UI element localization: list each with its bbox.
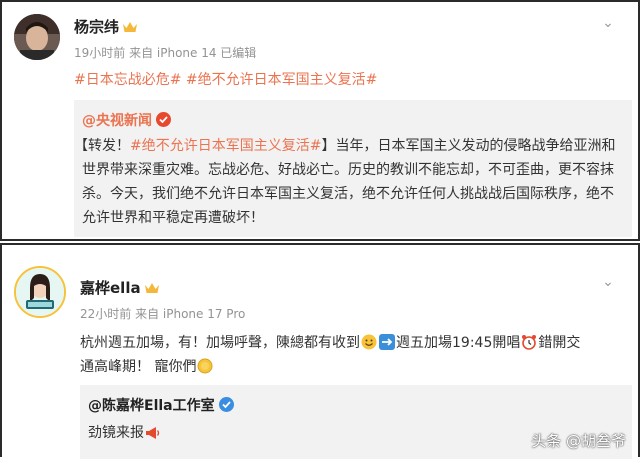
quote-hashtag[interactable]: #绝不允许日本军国主义复活#: [130, 138, 321, 154]
quoted-author-1[interactable]: @央视新闻: [82, 110, 171, 130]
verified-badge-icon: [218, 397, 234, 412]
post-card-1: 杨宗纬 19小时前 来自 iPhone 14 已编辑 ⌄ #日本忘战必危# #绝…: [0, 0, 640, 241]
post-meta-1: 19小时前 来自 iPhone 14 已编辑: [74, 46, 257, 60]
quote-prefix: 【转发！: [74, 138, 130, 154]
author-name-text[interactable]: 嘉桦ella: [80, 279, 141, 297]
alarm-clock-emoji-icon: [521, 334, 537, 358]
smile-emoji-icon: [361, 334, 377, 358]
hashtag-text[interactable]: #日本忘战必危# #绝不允许日本军国主义复活#: [74, 72, 377, 88]
author-name-1[interactable]: 杨宗纬: [74, 16, 138, 38]
quoted-post-1[interactable]: @央视新闻 【转发！#绝不允许日本军国主义复活#】当年，日本军国主义发动的侵略战…: [74, 100, 632, 237]
quoted-author-2[interactable]: @陈嘉桦Ella工作室: [88, 395, 234, 415]
quoted-text: 劲镜来报: [88, 425, 144, 441]
post-meta-2: 22小时前 来自 iPhone 17 Pro: [80, 307, 246, 321]
megaphone-icon: [145, 424, 161, 448]
quoted-line-3: 杀。今天，我们绝不允许日本军国主义复活，绝不允许任何人挑战战后国际秩序，绝不: [82, 186, 614, 202]
author-name-2[interactable]: 嘉桦ella: [80, 277, 160, 299]
post-text-b: 週五加場19:45開唱: [396, 335, 521, 351]
more-icon[interactable]: ⌄: [598, 275, 618, 291]
quote-line1-rest: 】当年，日本军国主义发动的侵略战争给亚洲和: [321, 138, 616, 154]
quoted-line-4: 允许世界和平稳定再遭破坏！: [82, 210, 264, 226]
post-text-c: 錯開交: [538, 335, 581, 351]
quoted-line-1: 【转发！#绝不允许日本军国主义复活#】当年，日本军国主义发动的侵略战争给亚洲和: [74, 134, 615, 158]
quoted-author-text[interactable]: @央视新闻: [82, 113, 152, 129]
post-card-2: 嘉桦ella 22小时前 来自 iPhone 17 Pro ⌄ 杭州週五加場，有…: [0, 243, 640, 459]
post-text-a: 杭州週五加場，有！加場呼聲，陳總都有收到: [80, 335, 360, 351]
quoted-author-text[interactable]: @陈嘉桦Ella工作室: [88, 398, 215, 414]
sun-emoji-icon: [197, 358, 213, 382]
hashtags-1[interactable]: #日本忘战必危# #绝不允许日本军国主义复活#: [74, 68, 377, 92]
author-name-text[interactable]: 杨宗纬: [74, 18, 119, 36]
verified-badge-icon: [156, 112, 171, 127]
crown-icon: [144, 281, 160, 299]
crown-icon: [122, 20, 138, 38]
more-icon[interactable]: ⌄: [598, 16, 618, 32]
post-text-line-2: 通高峰期！ 寵你們: [80, 355, 214, 382]
quoted-line-2: 世界带来深重灾难。忘战必危、好战必亡。历史的教训不能忘却，不可歪曲，更不容抹: [82, 162, 614, 178]
avatar-author-2[interactable]: [14, 266, 66, 318]
quoted-text-2: 劲镜来报: [88, 421, 162, 448]
avatar-author-1[interactable]: [14, 14, 60, 60]
watermark: 头条 @胡叁爷: [531, 432, 626, 450]
post-text-line2: 通高峰期！ 寵你們: [80, 359, 197, 375]
arrow-right-emoji-icon: [379, 334, 395, 358]
post-text-line-1: 杭州週五加場，有！加場呼聲，陳總都有收到 週五加場19:45開唱 錯開交: [80, 331, 580, 358]
